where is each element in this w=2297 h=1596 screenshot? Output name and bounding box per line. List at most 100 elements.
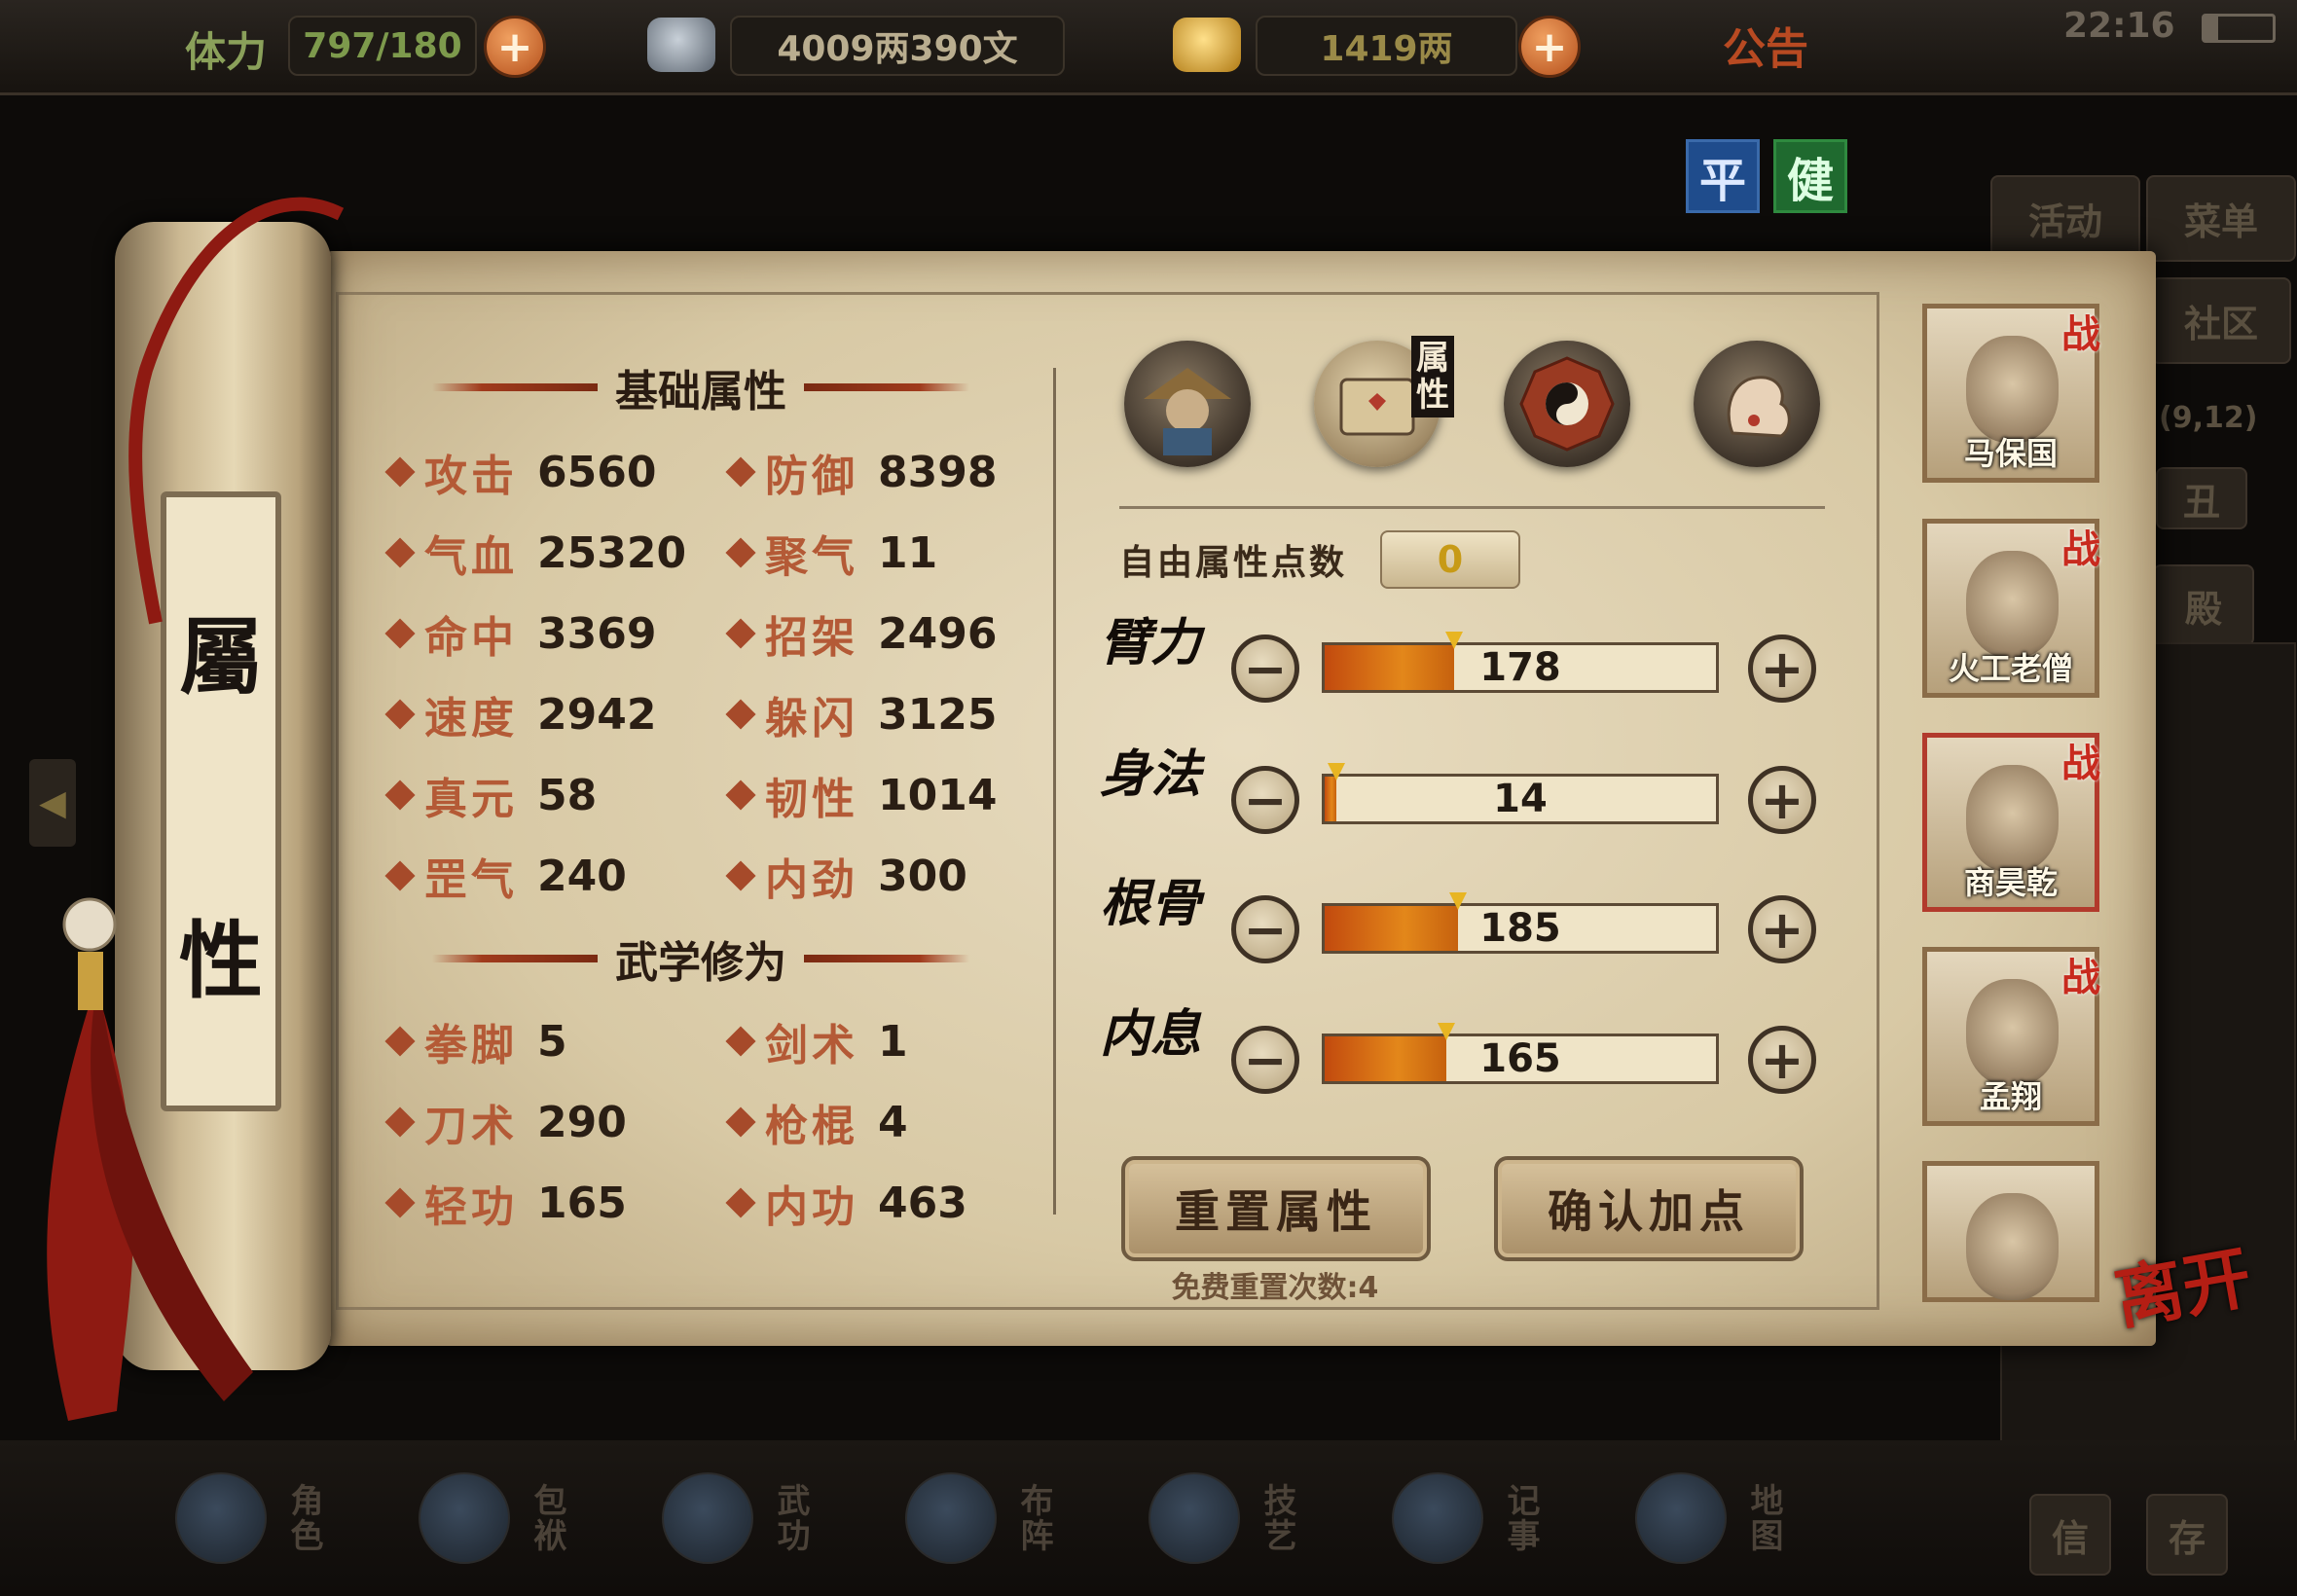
free-points-label: 自由属性点数 [1119, 543, 1348, 583]
tab-muscle-icon[interactable] [1694, 341, 1820, 467]
plus-button[interactable]: + [1748, 1026, 1816, 1094]
martial-row: 枪棍 4 [725, 1093, 908, 1151]
reset-attributes-button[interactable]: 重置属性 [1121, 1156, 1431, 1261]
mail-button[interactable]: 信 [2029, 1494, 2111, 1576]
add-gold-button[interactable]: + [1518, 16, 1581, 78]
martial-title: 武学修为 [615, 938, 786, 988]
stamina-value: 797/180 [288, 16, 477, 76]
stat-name: 罡气 [424, 855, 518, 905]
party-member-2[interactable]: 战火工老僧 [1922, 519, 2100, 698]
map-coordinate: (9,12) [2159, 401, 2258, 435]
stat-row: 内劲 300 [725, 847, 967, 905]
attr-value: 14 [1493, 777, 1548, 821]
stat-value: 2942 [537, 689, 657, 740]
stat-value: 3369 [537, 608, 657, 659]
mode-jian-button[interactable]: 健 [1773, 139, 1847, 213]
tab-attributes-label: 属性 [1411, 336, 1454, 417]
tab-bagua-icon[interactable] [1504, 341, 1630, 467]
plus-button[interactable]: + [1748, 895, 1816, 963]
portrait-face [1966, 336, 2059, 443]
battle-tag: 战 [2061, 741, 2100, 786]
nav-bag[interactable]: 包袱 [419, 1460, 603, 1577]
notice-button[interactable]: 公告 [1723, 14, 1808, 76]
stat-row: 韧性 1014 [725, 766, 998, 824]
nav-skills-label: 技艺 [1258, 1483, 1296, 1553]
attr-bar: 14 [1322, 763, 1719, 824]
mode-ping-button[interactable]: 平 [1686, 139, 1760, 213]
portrait-face [1966, 979, 2059, 1086]
nav-martial[interactable]: 武功 [662, 1460, 847, 1577]
stat-row: 真元 58 [384, 766, 598, 824]
stat-name: 刀术 [424, 1102, 518, 1151]
stat-row: 防御 8398 [725, 443, 998, 501]
nav-bag-label: 包袱 [528, 1483, 566, 1553]
battle-tag: 战 [2061, 955, 2100, 1000]
tassel-icon [47, 897, 253, 1421]
plus-button[interactable]: + [1748, 635, 1816, 703]
nav-character-label: 角色 [284, 1483, 323, 1553]
stat-name: 防御 [765, 452, 858, 501]
gold-ingot-icon [1173, 18, 1241, 72]
tab-character-icon[interactable] [1124, 341, 1251, 467]
nav-character[interactable]: 角色 [175, 1460, 360, 1577]
party-member-4[interactable]: 战孟翔 [1922, 947, 2100, 1126]
ornament-right [804, 955, 969, 962]
panel-divider [1053, 368, 1056, 1215]
community-button[interactable]: 社区 [2151, 277, 2291, 364]
stat-value: 6560 [537, 447, 657, 497]
attr-value: 185 [1479, 906, 1561, 951]
basic-attributes-header: 基础属性 [389, 358, 1012, 417]
nav-map[interactable]: 地图 [1635, 1460, 1820, 1577]
stat-row: 气血 25320 [384, 524, 687, 582]
dian-button[interactable]: 殿 [2153, 564, 2254, 646]
member-name: 商昊乾 [1963, 864, 2058, 901]
attr-value: 165 [1479, 1036, 1561, 1081]
nav-skills[interactable]: 技艺 [1148, 1460, 1333, 1577]
attr-name: 身法 [1100, 744, 1202, 804]
clock: 22:16 [2063, 6, 2175, 46]
nav-journal[interactable]: 记事 [1392, 1460, 1577, 1577]
stat-name: 真元 [424, 775, 518, 824]
stat-value: 463 [878, 1178, 967, 1228]
books-icon [662, 1472, 753, 1564]
portrait-face [1966, 765, 2059, 872]
plus-button[interactable]: + [1748, 766, 1816, 834]
party-member-3[interactable]: 战商昊乾 [1922, 733, 2100, 912]
minus-button[interactable]: − [1231, 766, 1299, 834]
stat-value: 4 [878, 1097, 908, 1147]
activity-button[interactable]: 活动 [1990, 175, 2140, 262]
add-stamina-button[interactable]: + [484, 16, 546, 78]
stat-row: 罡气 240 [384, 847, 627, 905]
left-arrow-icon[interactable]: ◀ [29, 759, 76, 847]
confirm-points-button[interactable]: 确认加点 [1494, 1156, 1804, 1261]
ornament-right [804, 383, 969, 391]
stat-value: 25320 [537, 527, 687, 578]
character-icon [175, 1472, 267, 1564]
stat-name: 剑术 [765, 1021, 858, 1070]
attr-name: 臂力 [1100, 613, 1202, 672]
party-member-5[interactable] [1922, 1161, 2099, 1302]
stat-value: 1014 [878, 770, 998, 820]
menu-button[interactable]: 菜单 [2146, 175, 2296, 262]
stat-name: 内功 [765, 1182, 858, 1232]
stat-value: 5 [537, 1016, 567, 1067]
silver-ingot-icon [647, 18, 715, 72]
stat-value: 8398 [878, 447, 998, 497]
stat-value: 58 [537, 770, 598, 820]
save-button[interactable]: 存 [2146, 1494, 2228, 1576]
chou-button[interactable]: 丑 [2156, 467, 2247, 529]
minus-button[interactable]: − [1231, 635, 1299, 703]
stamina-label: 体力 [185, 28, 268, 76]
stat-value: 2496 [878, 608, 998, 659]
party-member-1[interactable]: 战马保国 [1922, 304, 2100, 483]
nav-journal-label: 记事 [1501, 1483, 1540, 1553]
stat-value: 11 [878, 527, 938, 578]
stat-value: 300 [878, 851, 967, 901]
gold-value: 1419两 [1256, 16, 1517, 76]
nav-formation[interactable]: 布阵 [905, 1460, 1090, 1577]
silver-value: 4009两390文 [730, 16, 1065, 76]
minus-button[interactable]: − [1231, 895, 1299, 963]
stat-name: 躲闪 [765, 694, 858, 744]
portrait-face [1966, 1193, 2059, 1300]
minus-button[interactable]: − [1231, 1026, 1299, 1094]
